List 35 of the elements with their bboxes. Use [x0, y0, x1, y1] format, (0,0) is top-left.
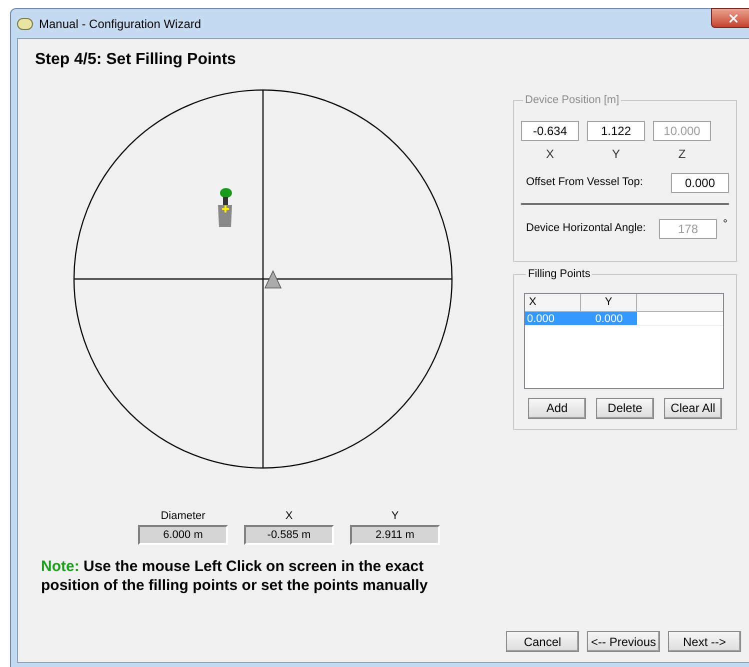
button[interactable]: Next -->: [668, 631, 741, 652]
cone-icon: [264, 270, 282, 288]
close-icon: [726, 12, 740, 24]
button[interactable]: Add: [528, 398, 586, 418]
input-field[interactable]: -0.634: [521, 120, 579, 140]
axis-label: Z: [678, 146, 686, 162]
step-title: Step 4/5: Set Filling Points: [34, 50, 237, 70]
readout-value: 6.000 m: [138, 525, 228, 545]
app-logo-icon: [17, 18, 33, 30]
axis-label: Y: [612, 146, 620, 162]
degree-unit: °: [723, 217, 728, 232]
group-legend: Device Position [m]: [523, 92, 622, 108]
sensor-icon[interactable]: [218, 188, 232, 227]
readout-label: Diameter: [160, 509, 206, 523]
axis-label: X: [546, 146, 554, 162]
close-button[interactable]: [711, 8, 749, 28]
group-legend: Filling Points: [526, 266, 592, 282]
table-cell: 0.000: [525, 312, 581, 324]
angle-label: Device Horizontal Angle:: [526, 221, 647, 236]
readout-value: 2.911 m: [350, 525, 440, 545]
input-field[interactable]: 1.122: [587, 120, 645, 140]
button[interactable]: Clear All: [664, 398, 722, 418]
table-cell: 0.000: [581, 312, 637, 324]
input-field[interactable]: 0.000: [671, 172, 729, 192]
readout-value: -0.585 m: [244, 525, 334, 545]
column-header[interactable]: X: [525, 294, 581, 310]
offset-label: Offset From Vessel Top:: [526, 175, 643, 190]
button[interactable]: Cancel: [506, 631, 579, 652]
button[interactable]: Delete: [596, 398, 654, 418]
column-header[interactable]: Y: [581, 294, 637, 310]
window-title: Manual - Configuration Wizard: [39, 16, 202, 32]
readout-label: Y: [391, 509, 399, 523]
readout-label: X: [285, 509, 293, 523]
note-text: Note: Use the mouse Left Click on screen in the exact position of the filling points or set the points manually: [41, 557, 429, 595]
button[interactable]: <-- Previous: [587, 631, 660, 652]
